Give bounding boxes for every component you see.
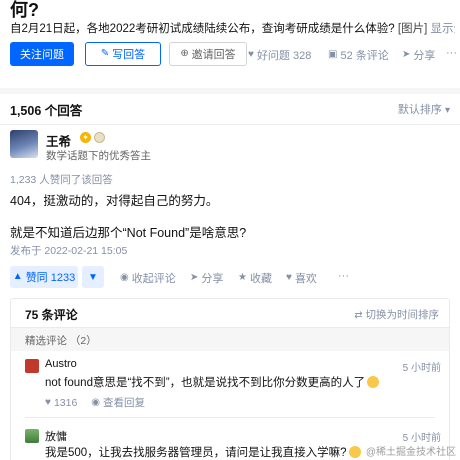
write-answer-label: 写回答 <box>112 49 146 61</box>
pencil-icon: ✎ <box>100 48 113 59</box>
like-label: 喜欢 <box>294 273 317 285</box>
featured-comments-header: 精选评论 （2） <box>11 327 449 351</box>
answer-more-button[interactable]: ··· <box>338 270 349 282</box>
answer-count-row: 1,506 个回答 默认排序 ▾ <box>10 100 450 122</box>
answer-action-bar: ▲ 赞同 1233 ▼ ◉ 收起评论 ➤ 分享 ★ 收藏 ♥ 喜欢 ··· <box>10 266 450 288</box>
medal-badge-icon <box>94 132 105 143</box>
comments-panel: 75 条评论 ⇄ 切换为时间排序 精选评论 （2） Austro 5 小时前 n… <box>10 298 450 460</box>
question-share-label: 分享 <box>413 50 436 62</box>
chevron-down-icon: ▾ <box>444 105 450 116</box>
comment-text-body: not found意思是“找不到”，也就是说找不到比你分数更高的人了 <box>45 377 366 389</box>
comment-text: 我是500，让我去找服务器管理员，请问是让我直接入学嘛? <box>45 444 361 460</box>
thumbs-up-icon: ♥ <box>45 396 51 408</box>
heart-icon: ♥ <box>286 272 292 283</box>
switch-sort-label: 切换为时间排序 <box>365 309 440 321</box>
watermark: @稀土掘金技术社区 <box>365 447 456 458</box>
show-all-link[interactable]: 显示全部 <box>430 23 455 35</box>
collapse-comments-label: 收起评论 <box>131 273 176 285</box>
comment-time: 5 小时前 <box>402 363 441 374</box>
answer-share-button[interactable]: ➤ 分享 <box>190 270 223 286</box>
collapse-comments-button[interactable]: ◉ 收起评论 <box>120 270 176 286</box>
question-comments-label: 52 条评论 <box>340 50 389 62</box>
comment-text: not found意思是“找不到”，也就是说找不到比你分数更高的人了 <box>45 374 380 390</box>
switch-arrows-icon: ⇄ <box>354 310 363 321</box>
share-arrow-icon: ➤ <box>402 49 411 60</box>
avatar[interactable] <box>25 429 39 443</box>
downvote-button[interactable]: ▼ <box>82 266 104 288</box>
thumbs-up-icon: ♥ <box>248 49 254 60</box>
comment-text-body: 我是500，让我去找服务器管理员，请问是让我直接入学嘛? <box>45 447 347 459</box>
publish-time[interactable]: 发布于 2022-02-21 15:05 <box>10 243 127 258</box>
answer-paragraph: 404，挺激动的，对得起自己的努力。 <box>10 194 219 208</box>
share-arrow-icon: ➤ <box>190 272 199 283</box>
view-reply-button[interactable]: ◉ 查看回复 <box>91 395 145 410</box>
sort-dropdown[interactable]: 默认排序 ▾ <box>398 101 450 117</box>
avatar[interactable] <box>25 359 39 373</box>
answer-author: 王希 ✦ 数学话题下的优秀答主 <box>10 130 450 164</box>
write-answer-button[interactable]: ✎ 写回答 <box>85 42 161 66</box>
image-tag[interactable]: [图片] <box>398 23 427 35</box>
question-description-text: 自2月21日起，各地2022考研初试成绩陆续公布，查询考研成绩是什么体验? <box>10 23 395 35</box>
comments-header: 75 条评论 ⇄ 切换为时间排序 <box>11 299 449 327</box>
upvote-label: 赞同 1233 <box>25 272 76 284</box>
avatar[interactable] <box>10 130 38 158</box>
comment-author[interactable]: 放慵 <box>45 428 67 444</box>
question-actions: 关注问题 ✎ 写回答 ⊕ 邀请回答 ♥ 好问题 328 ▣ 52 条评论 ➤ 分… <box>10 42 457 66</box>
smile-emoji-icon <box>348 446 361 458</box>
question-header: 何? 自2月21日起，各地2022考研初试成绩陆续公布，查询考研成绩是什么体验?… <box>0 0 460 88</box>
comment-author[interactable]: Austro <box>45 358 77 370</box>
chat-bubble-icon: ◉ <box>120 272 129 283</box>
answer-card: 1,506 个回答 默认排序 ▾ 王希 ✦ 数学话题下的优秀答主 1,233 人… <box>0 88 460 460</box>
follow-question-button[interactable]: 关注问题 <box>10 42 74 66</box>
votes-summary: 1,233 人赞同了该回答 <box>10 174 113 186</box>
good-question-label: 好问题 328 <box>256 50 312 62</box>
comment-like-count: 1316 <box>53 396 78 409</box>
author-description: 数学话题下的优秀答主 <box>46 150 151 162</box>
triangle-up-icon: ▲ <box>12 271 23 282</box>
collect-button[interactable]: ★ 收藏 <box>238 270 272 286</box>
upvote-button[interactable]: ▲ 赞同 1233 <box>10 266 78 288</box>
answer-count: 1,506 个回答 <box>10 104 83 118</box>
collect-label: 收藏 <box>249 273 272 285</box>
sort-label: 默认排序 <box>397 104 442 116</box>
laughing-emoji-icon <box>367 376 380 388</box>
add-user-icon: ⊕ <box>180 48 192 59</box>
invite-answer-button[interactable]: ⊕ 邀请回答 <box>169 42 247 66</box>
answer-paragraph: 就是不知道后边那个“Not Found”是啥意思? <box>10 226 247 240</box>
chat-bubble-icon: ◉ <box>91 396 101 408</box>
question-more-button[interactable]: ··· <box>446 47 457 59</box>
invite-answer-label: 邀请回答 <box>191 49 236 61</box>
question-share-button[interactable]: ➤ 分享 <box>402 47 435 63</box>
answer-share-label: 分享 <box>201 273 224 285</box>
star-icon: ★ <box>238 272 247 283</box>
view-reply-label: 查看回复 <box>103 397 146 409</box>
question-title: 何? <box>10 0 39 20</box>
question-description: 自2月21日起，各地2022考研初试成绩陆续公布，查询考研成绩是什么体验? [图… <box>10 20 455 36</box>
good-question-button[interactable]: ♥ 好问题 328 <box>248 47 311 63</box>
comment-actions: ♥ 1316 ◉ 查看回复 <box>45 395 145 410</box>
question-comments-button[interactable]: ▣ 52 条评论 <box>328 47 389 63</box>
comment-time: 5 小时前 <box>402 433 441 444</box>
excellent-answerer-badge-icon: ✦ <box>80 132 91 143</box>
featured-comments-label: 精选评论 （2） <box>25 335 97 347</box>
divider <box>0 124 460 125</box>
divider <box>25 417 435 418</box>
chat-bubble-icon: ▣ <box>328 49 338 60</box>
switch-sort-button[interactable]: ⇄ 切换为时间排序 <box>354 307 439 322</box>
comments-count: 75 条评论 <box>25 308 78 322</box>
like-button[interactable]: ♥ 喜欢 <box>286 270 317 286</box>
comment-like-button[interactable]: ♥ 1316 <box>45 395 77 410</box>
